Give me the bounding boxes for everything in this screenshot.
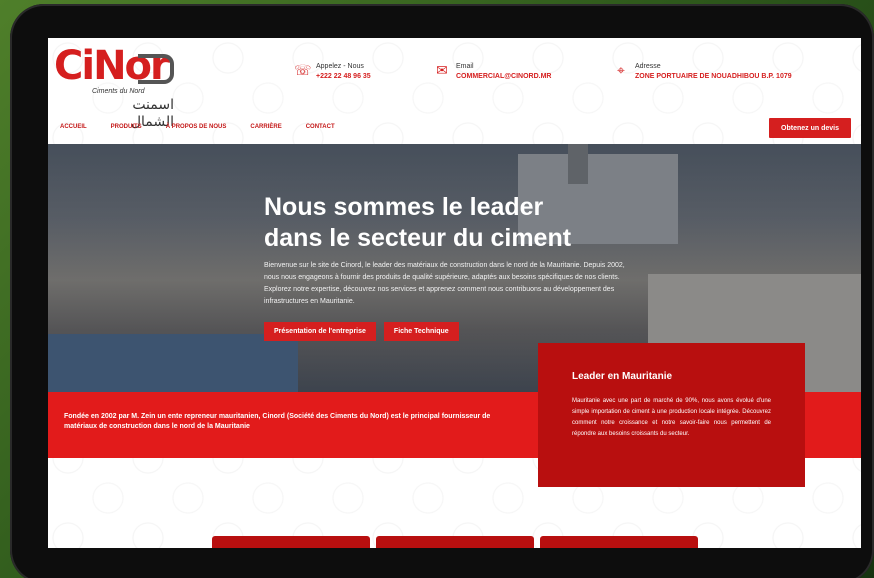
hero-title: Nous sommes le leader dans le secteur du… — [264, 192, 664, 254]
hero-text: Bienvenue sur le site de Cinord, le lead… — [264, 262, 625, 305]
phone-icon: ☏ — [294, 62, 312, 78]
presentation-button[interactable]: Présentation de l'entreprise — [264, 322, 376, 341]
location-icon: ⌖ — [617, 62, 625, 78]
nav-produits[interactable]: PRODUITS — [111, 124, 142, 130]
website-screen: CiNor Ciments du Nord اسمنت الشمال ☏ App… — [48, 38, 861, 548]
nav-accueil[interactable]: ACCUEIL — [60, 124, 87, 130]
mail-icon: ✉ — [436, 62, 448, 78]
logo-subtitle: Ciments du Nord — [92, 88, 145, 95]
contact-email-value: COMMERCIAL@CINORD.MR — [456, 73, 552, 80]
main-nav: ACCUEIL PRODUITS À PROPOS DE NOUS CARRIÈ… — [60, 124, 335, 130]
contact-phone-value: +222 22 48 96 35 — [316, 73, 371, 80]
nav-a-propos[interactable]: À PROPOS DE NOUS — [166, 124, 227, 130]
hero-silo — [568, 144, 588, 184]
fiche-technique-button[interactable]: Fiche Technique — [383, 322, 459, 341]
cinord-logo[interactable]: CiNor Ciments du Nord اسمنت الشمال — [54, 44, 174, 129]
contact-address[interactable]: ⌖ Adresse ZONE PORTUAIRE DE NOUADHIBOU B… — [613, 62, 792, 82]
devis-button[interactable]: Obtenez un devis — [769, 118, 851, 138]
hero-buttons: Présentation de l'entreprise Fiche Techn… — [264, 322, 459, 341]
contact-email-label: Email — [456, 63, 474, 70]
contact-address-value: ZONE PORTUAIRE DE NOUADHIBOU B.P. 1079 — [635, 73, 792, 80]
leader-title: Leader en Mauritanie — [572, 371, 673, 382]
bottom-card[interactable] — [376, 536, 534, 548]
bottom-card[interactable] — [212, 536, 370, 548]
nav-contact[interactable]: CONTACT — [306, 124, 335, 130]
nav-carriere[interactable]: CARRIÈRE — [250, 124, 281, 130]
bottom-cards — [212, 536, 698, 548]
contact-email[interactable]: ✉ Email COMMERCIAL@CINORD.MR — [434, 62, 551, 82]
leader-card: Leader en Mauritanie Mauritanie avec une… — [538, 343, 805, 487]
hero-title-line2: dans le secteur du ciment — [264, 224, 572, 252]
band-text: Fondée en 2002 par M. Zein un ente repre… — [64, 413, 491, 430]
contact-phone-label: Appelez - Nous — [316, 63, 364, 70]
bottom-card[interactable] — [540, 536, 698, 548]
site-header: CiNor Ciments du Nord اسمنت الشمال ☏ App… — [48, 38, 861, 144]
contact-phone[interactable]: ☏ Appelez - Nous +222 22 48 96 35 — [294, 62, 371, 82]
logo-bracket — [138, 54, 174, 84]
hero-title-line1: Nous sommes le leader — [264, 193, 544, 221]
tablet-frame: CiNor Ciments du Nord اسمنت الشمال ☏ App… — [10, 4, 874, 578]
hero-foreground-roof — [48, 334, 298, 392]
contact-address-label: Adresse — [635, 63, 661, 70]
leader-text: Mauritanie avec une part de marché de 90… — [572, 398, 771, 437]
